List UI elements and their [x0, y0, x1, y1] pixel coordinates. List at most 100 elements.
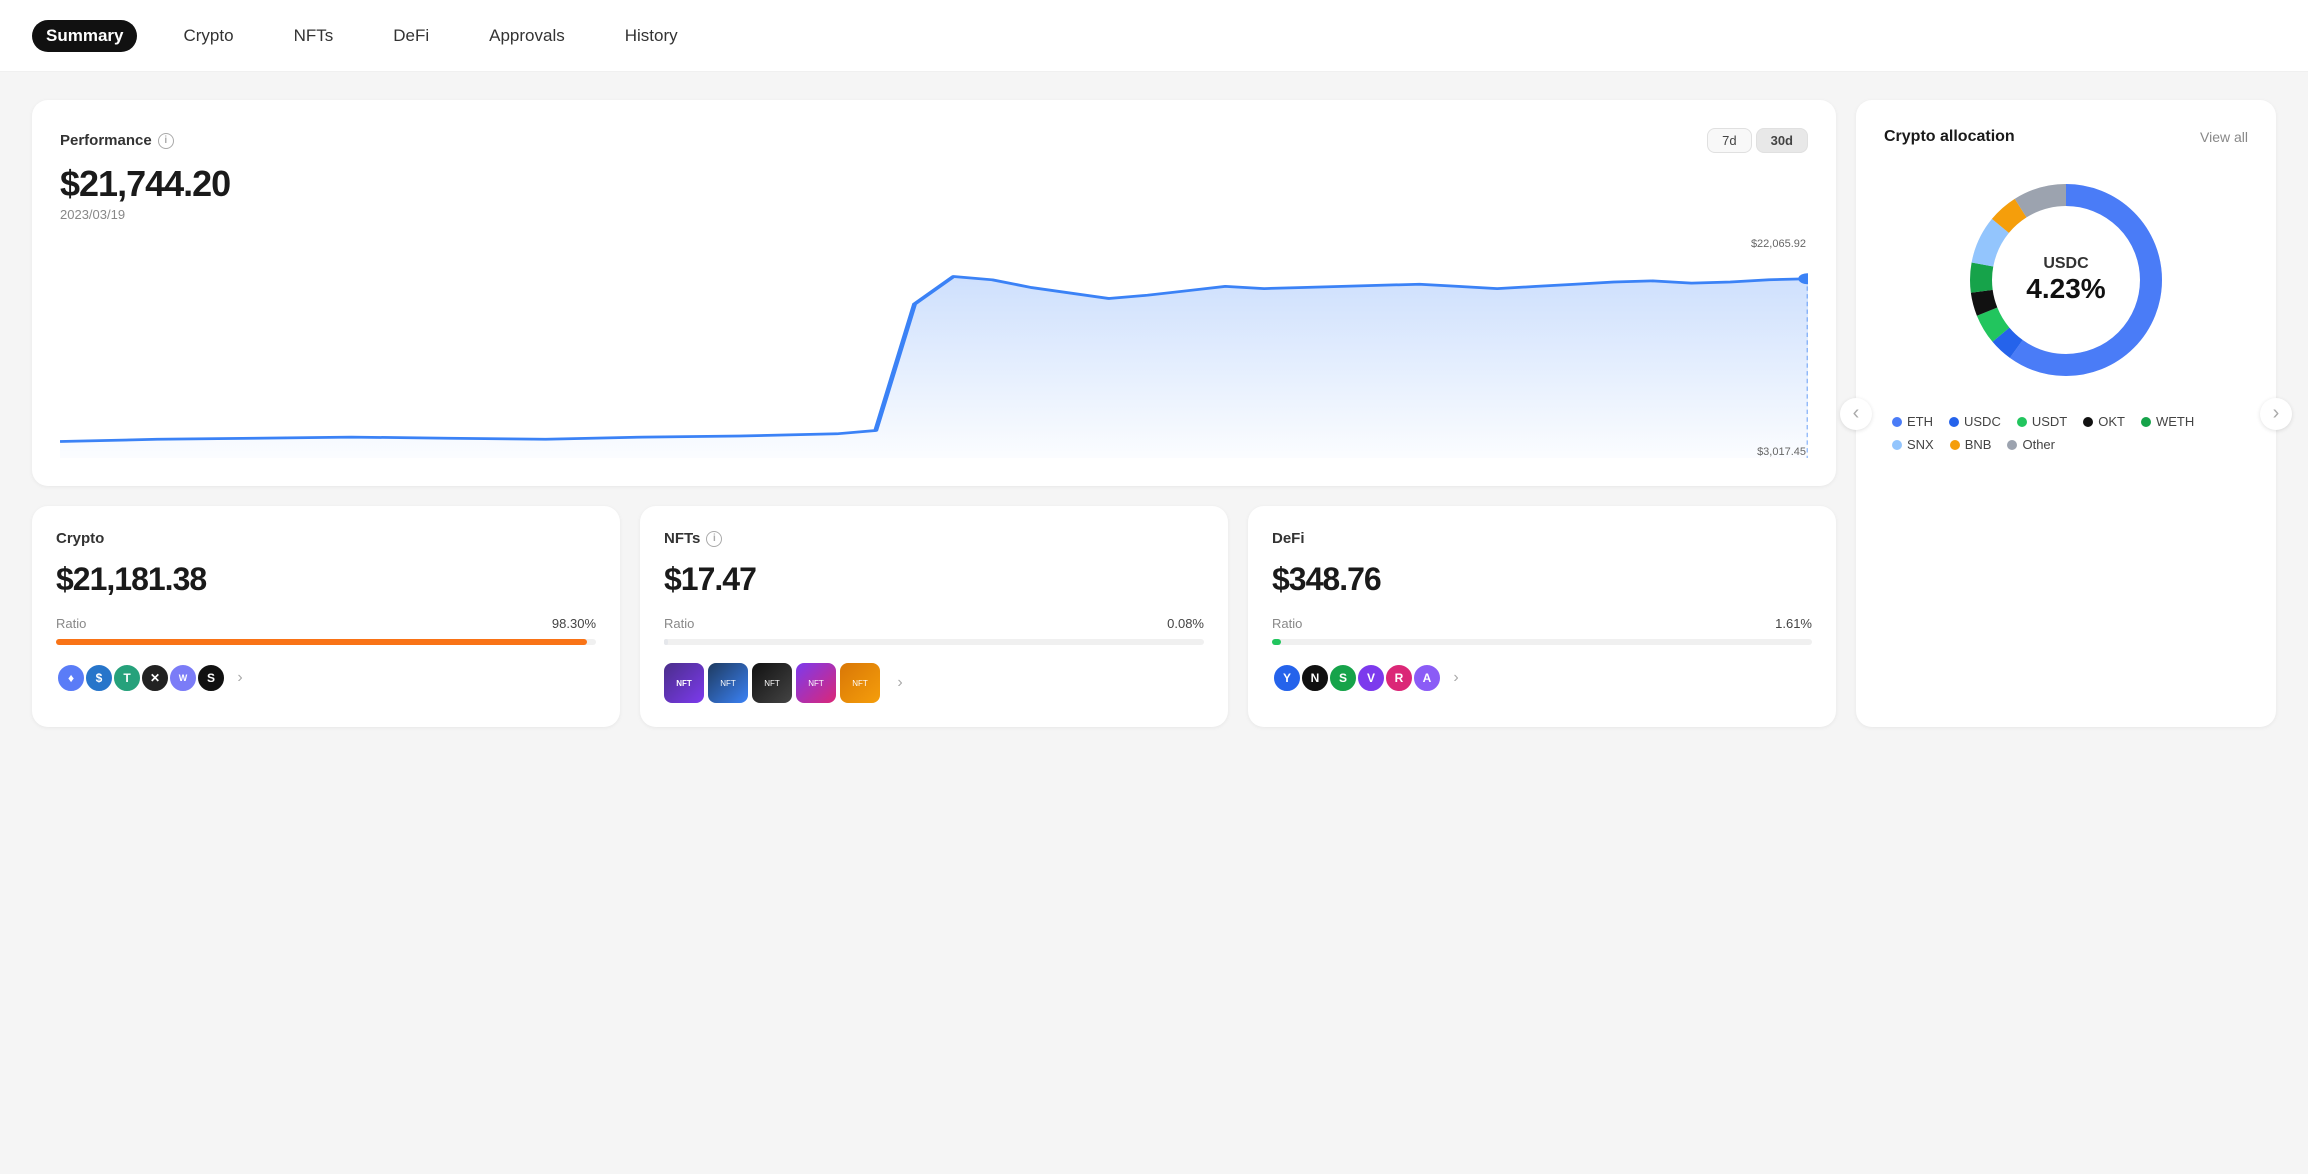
nav-approvals[interactable]: Approvals: [475, 20, 579, 52]
donut-center: USDC 4.23%: [2026, 255, 2105, 305]
donut-chart: USDC 4.23%: [1884, 170, 2248, 390]
crypto-ratio-pct: 98.30%: [552, 616, 596, 631]
time-buttons: 7d 30d: [1707, 128, 1808, 153]
defi-icon-3: S: [1328, 663, 1358, 693]
nft-thumb-5: NFT: [840, 663, 880, 703]
legend-label-usdc: USDC: [1964, 414, 2001, 429]
time-7d-button[interactable]: 7d: [1707, 128, 1751, 153]
nav-defi[interactable]: DeFi: [379, 20, 443, 52]
crypto-card: Crypto $21,181.38 Ratio 98.30% ♦ $ T ✕ W…: [32, 506, 620, 727]
crypto-ratio-label: Ratio: [56, 616, 86, 631]
nft-previews: NFT NFT NFT NFT NFT ›: [664, 663, 1204, 703]
nfts-ratio-pct: 0.08%: [1167, 616, 1204, 631]
nav-history[interactable]: History: [611, 20, 692, 52]
legend-dot-usdt: [2017, 417, 2027, 427]
defi-ratio-label: Ratio: [1272, 616, 1302, 631]
nft-thumb-4: NFT: [796, 663, 836, 703]
performance-info-icon[interactable]: i: [158, 133, 174, 149]
okt-icon: ✕: [140, 663, 170, 693]
chart-svg: [60, 238, 1808, 458]
nfts-card-title: NFTs i: [664, 530, 1204, 547]
nft-thumb-2: NFT: [708, 663, 748, 703]
defi-icon-1: Y: [1272, 663, 1302, 693]
performance-chart: $22,065.92 $3,017.45: [60, 238, 1808, 458]
crypto-token-icons: ♦ $ T ✕ W S ›: [56, 663, 596, 693]
allocation-card: Crypto allocation View all ‹: [1856, 100, 2276, 727]
legend-label-snx: SNX: [1907, 437, 1934, 452]
legend-item-weth: WETH: [2141, 414, 2194, 429]
allocation-next-button[interactable]: ›: [2260, 398, 2292, 430]
donut-center-pct: 4.23%: [2026, 273, 2105, 305]
defi-icon-5: R: [1384, 663, 1414, 693]
crypto-ratio-bar-fill: [56, 639, 587, 645]
defi-icon-6: A: [1412, 663, 1442, 693]
nfts-ratio-bar-bg: [664, 639, 1204, 645]
legend-item-usdt: USDT: [2017, 414, 2067, 429]
legend-dot-usdc: [1949, 417, 1959, 427]
nfts-card-amount: $17.47: [664, 561, 1204, 598]
defi-icon-4: V: [1356, 663, 1386, 693]
defi-ratio-row: Ratio 1.61%: [1272, 616, 1812, 631]
nfts-ratio-row: Ratio 0.08%: [664, 616, 1204, 631]
legend-item-eth: ETH: [1892, 414, 1933, 429]
defi-ratio-pct: 1.61%: [1775, 616, 1812, 631]
weth-icon: W: [168, 663, 198, 693]
crypto-card-amount: $21,181.38: [56, 561, 596, 598]
chart-min-label: $3,017.45: [1757, 446, 1806, 458]
performance-card: Performance i 7d 30d $21,744.20 2023/03/…: [32, 100, 1836, 486]
legend-item-other: Other: [2007, 437, 2055, 452]
defi-more-button[interactable]: ›: [1444, 666, 1468, 690]
nfts-card: NFTs i $17.47 Ratio 0.08% NFT NFT NFT NF…: [640, 506, 1228, 727]
allocation-prev-button[interactable]: ‹: [1840, 398, 1872, 430]
performance-title: Performance i: [60, 132, 174, 149]
defi-card: DeFi $348.76 Ratio 1.61% Y N S V R A ›: [1248, 506, 1836, 727]
view-all-button[interactable]: View all: [2200, 129, 2248, 145]
allocation-title: Crypto allocation: [1884, 128, 2015, 146]
bottom-row: Crypto $21,181.38 Ratio 98.30% ♦ $ T ✕ W…: [32, 506, 1836, 727]
crypto-more-button[interactable]: ›: [228, 666, 252, 690]
legend-label-okt: OKT: [2098, 414, 2125, 429]
donut-center-label: USDC: [2026, 255, 2105, 273]
usdt-icon: T: [112, 663, 142, 693]
legend-label-bnb: BNB: [1965, 437, 1992, 452]
legend-dot-okt: [2083, 417, 2093, 427]
nfts-ratio-label: Ratio: [664, 616, 694, 631]
crypto-card-title: Crypto: [56, 530, 596, 547]
defi-ratio-bar-bg: [1272, 639, 1812, 645]
nfts-more-button[interactable]: ›: [888, 671, 912, 695]
legend-item-snx: SNX: [1892, 437, 1934, 452]
nav-summary[interactable]: Summary: [32, 20, 137, 52]
crypto-ratio-bar-bg: [56, 639, 596, 645]
allocation-header: Crypto allocation View all: [1884, 128, 2248, 146]
main-content: Performance i 7d 30d $21,744.20 2023/03/…: [0, 72, 2308, 755]
nfts-info-icon[interactable]: i: [706, 531, 722, 547]
nav-crypto[interactable]: Crypto: [169, 20, 247, 52]
legend-dot-weth: [2141, 417, 2151, 427]
nfts-ratio-bar-fill: [664, 639, 668, 645]
crypto-ratio-row: Ratio 98.30%: [56, 616, 596, 631]
nft-thumb-3: NFT: [752, 663, 792, 703]
navigation: Summary Crypto NFTs DeFi Approvals Histo…: [0, 0, 2308, 72]
legend-label-other: Other: [2022, 437, 2055, 452]
defi-token-icons: Y N S V R A ›: [1272, 663, 1812, 693]
legend-dot-snx: [1892, 440, 1902, 450]
legend-item-okt: OKT: [2083, 414, 2125, 429]
performance-date: 2023/03/19: [60, 207, 1808, 222]
nav-nfts[interactable]: NFTs: [280, 20, 348, 52]
defi-card-title: DeFi: [1272, 530, 1812, 547]
performance-header: Performance i 7d 30d: [60, 128, 1808, 153]
time-30d-button[interactable]: 30d: [1756, 128, 1808, 153]
defi-icon-2: N: [1300, 663, 1330, 693]
nft-thumb-1: NFT: [664, 663, 704, 703]
legend-label-weth: WETH: [2156, 414, 2194, 429]
legend-dot-eth: [1892, 417, 1902, 427]
usdc-icon: $: [84, 663, 114, 693]
legend-item-usdc: USDC: [1949, 414, 2001, 429]
defi-ratio-bar-fill: [1272, 639, 1281, 645]
legend-label-usdt: USDT: [2032, 414, 2067, 429]
snx-icon: S: [196, 663, 226, 693]
performance-amount: $21,744.20: [60, 163, 1808, 205]
defi-card-amount: $348.76: [1272, 561, 1812, 598]
allocation-legend: ETH USDC USDT OKT WETH SNX BNB Other: [1884, 414, 2248, 452]
legend-label-eth: ETH: [1907, 414, 1933, 429]
